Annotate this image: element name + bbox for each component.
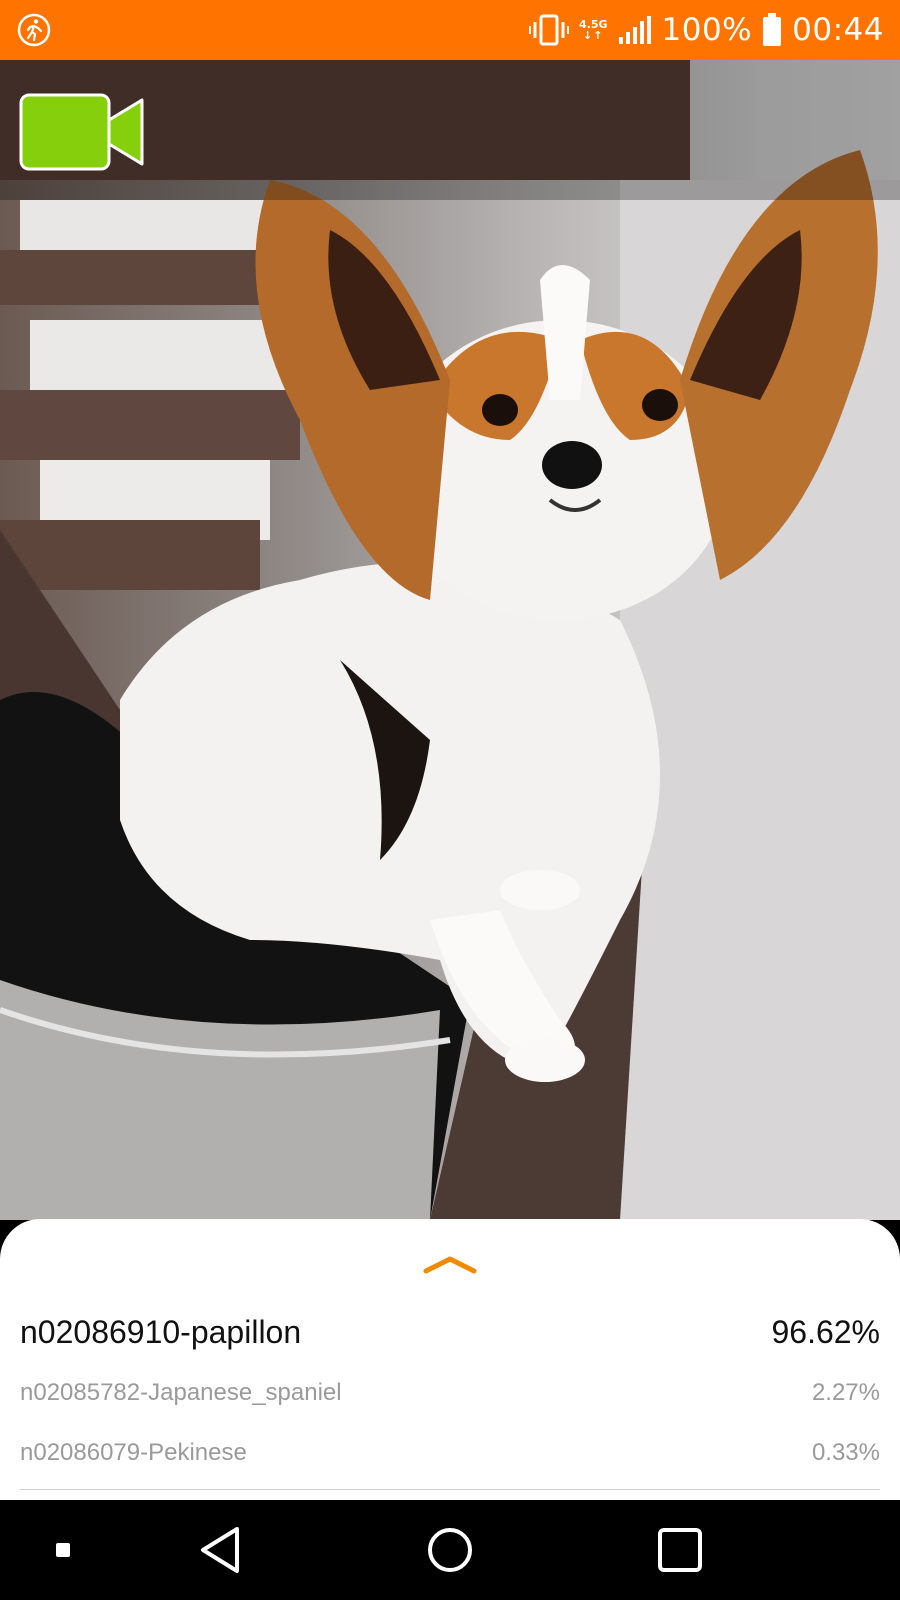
divider: [20, 1489, 880, 1490]
camera-frame-image: [0, 60, 900, 1220]
result-label: n02086079-Pekinese: [20, 1439, 247, 1466]
result-label: n02086910-papillon: [20, 1313, 302, 1350]
home-icon[interactable]: [420, 1525, 480, 1575]
status-bar: 4.5G ↓↑ 100% 00:44: [0, 0, 900, 60]
result-score: 0.33%: [811, 1439, 880, 1466]
data-arrows-icon: ↓↑: [583, 29, 604, 42]
clock: 00:44: [792, 12, 884, 48]
navigation-bar: [0, 1500, 900, 1600]
screen: 4.5G ↓↑ 100% 00:44 n02086910-papillon 96…: [0, 0, 900, 1600]
menu-square-icon[interactable]: [33, 1525, 93, 1575]
video-camera-icon[interactable]: [18, 92, 146, 172]
results-sheet: n02086910-papillon 96.62% n02085782-Japa…: [0, 1219, 900, 1500]
result-score: 96.62%: [771, 1313, 880, 1350]
result-row-top: n02086910-papillon 96.62%: [20, 1307, 880, 1357]
battery-full-icon: [763, 13, 782, 46]
chevron-up-icon[interactable]: [420, 1249, 480, 1279]
battery-percent: 100%: [661, 12, 753, 48]
result-score: 2.27%: [811, 1379, 880, 1406]
result-label: n02085782-Japanese_spaniel: [20, 1379, 342, 1406]
recents-icon[interactable]: [650, 1525, 710, 1575]
network-type-badge: 4.5G ↓↑: [579, 19, 608, 41]
vibrate-icon: [529, 14, 569, 46]
status-icons: 4.5G ↓↑ 100% 00:44: [529, 0, 884, 60]
activity-running-icon: [17, 13, 51, 47]
camera-preview[interactable]: [0, 60, 900, 1220]
result-row: n02086079-Pekinese 0.33%: [20, 1433, 880, 1473]
signal-bars-icon: [618, 16, 651, 44]
result-row: n02085782-Japanese_spaniel 2.27%: [20, 1373, 880, 1413]
back-icon[interactable]: [190, 1525, 250, 1575]
